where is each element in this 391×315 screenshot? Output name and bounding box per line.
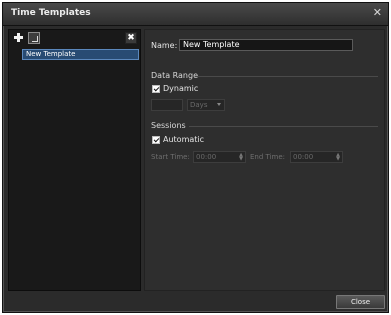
delete-template-button[interactable]: ✖ [125,32,137,44]
start-time-input[interactable]: 00:00 ▲ ▼ [193,151,246,163]
days-count-input[interactable] [151,99,183,111]
window-title: Time Templates [11,8,91,18]
dynamic-checkbox[interactable] [152,85,160,93]
spinner-icon[interactable]: ▲ ▼ [336,153,340,162]
chevron-down-icon [217,103,221,106]
close-button[interactable]: Close [336,295,385,309]
dynamic-label: Dynamic [163,84,199,93]
title-bar[interactable]: Time Templates ✕ [3,3,388,26]
template-detail-panel: Name: New Template Data Range Dynamic Da… [144,29,385,291]
automatic-checkbox[interactable] [152,136,160,144]
spinner-icon[interactable]: ▲ ▼ [239,153,243,162]
start-time-label: Start Time: [151,153,190,161]
name-label: Name: [151,41,178,50]
data-range-title: Data Range [151,71,198,80]
days-unit-select[interactable]: Days [187,99,225,111]
duplicate-template-button[interactable] [28,32,40,44]
name-input[interactable]: New Template [179,39,353,51]
sessions-divider [189,126,378,127]
automatic-label: Automatic [163,135,205,144]
template-list-panel: ✖ New Template [8,29,141,291]
list-item-template[interactable]: New Template [22,49,139,60]
add-template-button[interactable] [13,32,25,44]
window-close-icon[interactable]: ✕ [373,6,382,20]
end-time-input[interactable]: 00:00 ▲ ▼ [290,151,343,163]
end-time-label: End Time: [250,153,286,161]
data-range-divider [197,76,378,77]
time-templates-dialog: Time Templates ✕ ✖ New Template Name: Ne… [2,2,389,313]
sessions-title: Sessions [151,121,186,130]
end-time-value: 00:00 [293,153,314,161]
days-unit-value: Days [190,101,208,109]
start-time-value: 00:00 [196,153,217,161]
